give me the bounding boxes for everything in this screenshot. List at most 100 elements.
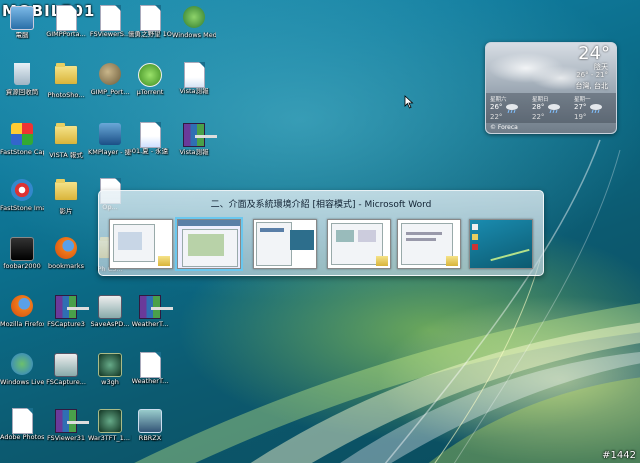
forecast-day-name: 星期六 — [490, 97, 507, 103]
weather-city: 台灣, 台北 — [575, 82, 608, 90]
desktop-icon-label: FSCapture... — [46, 379, 86, 386]
mouse-pointer-icon — [404, 95, 414, 109]
desktop-icon[interactable]: Vista測報 — [172, 61, 216, 96]
desktop-icon-label: 資源回收筒 — [5, 89, 39, 96]
desktop-icon[interactable]: WeatherT... — [128, 293, 173, 329]
desktop-icon-label: SaveAsPD... — [90, 321, 130, 328]
rain-icon — [548, 104, 560, 113]
window-thumb-4[interactable] — [327, 219, 391, 269]
forecast-high: 27° — [574, 103, 587, 111]
rar-archive-icon — [137, 295, 173, 321]
desktop-icon[interactable]: Mozilla Firefox — [0, 293, 44, 329]
desktop-icon-label: w3gh — [101, 379, 119, 386]
window-thumb-6[interactable] — [469, 219, 533, 269]
desktop-icon-label: FastStone Capture — [0, 149, 44, 156]
desktop-icon[interactable]: VISTA 報式 — [44, 121, 88, 160]
desktop-icon-label: WeatherT... — [131, 378, 169, 385]
window-thumb-2[interactable] — [175, 217, 243, 271]
text-file-icon — [137, 5, 163, 31]
desktop-icon[interactable]: bookmarks — [44, 235, 88, 271]
desktop-icon[interactable]: FSCapture... — [44, 351, 88, 387]
window-switcher: 二、介面及系統環境介紹 [相容模式] - Microsoft Word — [98, 190, 544, 276]
desktop-icon[interactable]: 電腦 — [0, 4, 44, 40]
desktop-icon[interactable]: Windows Live Mes... — [0, 351, 44, 387]
desktop-icon-label: Mozilla Firefox — [0, 321, 44, 328]
desktop-icon-label: GIMPPorta... — [46, 31, 86, 38]
folder-icon — [53, 179, 79, 208]
desktop-icon[interactable]: GIMP_Port... — [88, 61, 132, 97]
desktop-icon[interactable]: FastStone Capture — [0, 121, 44, 157]
weather-provider: © Foreca — [490, 124, 518, 131]
desktop-icon[interactable]: Adobe Photoshop... — [0, 407, 44, 442]
desktop-icon-label: bookmarks — [48, 263, 84, 270]
desktop-icon[interactable]: Vista測報 — [172, 121, 217, 157]
text-file-icon — [137, 352, 163, 378]
utorrent-icon — [137, 63, 163, 89]
rar-archive-icon — [53, 295, 89, 321]
forecast-day-name: 星期一 — [574, 97, 591, 103]
desktop-icon-label: 影片 — [59, 208, 73, 215]
computer-icon — [9, 6, 35, 32]
desktop-icon[interactable]: 資源回收筒 — [0, 61, 44, 97]
window-thumb-5[interactable] — [397, 219, 461, 269]
faststone-capture-icon — [9, 123, 35, 149]
desktop-icon[interactable]: 儒勇之野望 1O2D改.w3x — [128, 4, 172, 39]
desktop-icon-label: Windows Live Mes... — [0, 379, 44, 386]
forecast-row: 星期六 26° 22° 星期日 28° 22° 星期一 27° 19° — [486, 93, 616, 123]
current-temperature: 24° — [578, 43, 610, 64]
desktop-icon[interactable]: w3gh — [88, 351, 132, 387]
desktop-icon[interactable]: FSCapture3 — [44, 293, 89, 329]
desktop-icon[interactable]: FSViewerS... — [88, 4, 132, 39]
desktop-icon-label: RBRZX — [138, 435, 162, 442]
switcher-active-title: 二、介面及系統環境介紹 [相容模式] - Microsoft Word — [210, 200, 432, 210]
text-file-icon — [9, 408, 35, 434]
text-file-icon — [53, 5, 79, 31]
desktop-icon-label: KMPlayer - 捷徑 — [88, 149, 132, 156]
forecast-high: 28° — [532, 103, 545, 111]
desktop-icon[interactable]: RBRZX — [128, 407, 172, 443]
installer-icon — [97, 295, 123, 321]
desktop-icon-label: 儒勇之野望 1O2D改.w3x — [128, 31, 172, 38]
desktop-icon[interactable]: 影片 — [44, 177, 88, 216]
desktop-icon[interactable]: FSViewer31 — [44, 407, 89, 443]
kmplayer-icon — [97, 123, 123, 149]
forecast-low: 22° — [490, 113, 503, 121]
desktop-icon[interactable]: FastStone Image ... — [0, 177, 44, 213]
desktop-icon[interactable]: SaveAsPD... — [88, 293, 132, 329]
desktop-icon-label: WeatherT... — [131, 321, 169, 328]
text-file-icon — [97, 5, 123, 31]
desktop-icon-label: VISTA 報式 — [49, 152, 83, 159]
desktop-icon[interactable]: 01.夏 - 永遠 — [128, 121, 172, 156]
forecast-low: 19° — [574, 113, 587, 121]
folder-icon — [53, 123, 79, 152]
desktop-icon-label: FSViewer31 — [46, 435, 86, 442]
temperature-range: 26° - 21° — [576, 71, 608, 79]
installer-icon — [53, 353, 79, 379]
app-icon — [137, 409, 163, 435]
forecast-high: 26° — [490, 103, 503, 111]
window-thumb-1[interactable] — [109, 219, 173, 269]
desktop[interactable]: MOBILE01 #1442 電腦 GIMPPorta... FSViewerS..… — [0, 0, 640, 463]
desktop-icon[interactable]: WeatherT... — [128, 351, 172, 386]
mp3-file-icon — [137, 122, 163, 148]
desktop-icon-label: War3TFT_1... 捷徑 — [88, 435, 132, 442]
desktop-icon[interactable]: KMPlayer - 捷徑 — [88, 121, 132, 157]
warcraft-icon — [97, 353, 123, 379]
word-doc-icon — [181, 62, 207, 88]
desktop-icon-label: FSViewerS... — [89, 31, 131, 38]
desktop-icon[interactable]: GIMPPorta... — [44, 4, 88, 39]
desktop-icon-label: FSCapture3 — [47, 321, 85, 328]
desktop-icon[interactable]: Windows Media Ce... — [172, 4, 216, 40]
desktop-icon-label: foobar2000 — [3, 263, 41, 270]
desktop-icon-label: Vista測報 — [179, 149, 209, 156]
recycle-bin-icon — [9, 63, 35, 89]
desktop-icon[interactable]: µTorrent — [128, 61, 172, 97]
desktop-icon-label: FastStone Image ... — [0, 205, 44, 212]
desktop-icon[interactable]: foobar2000 — [0, 235, 44, 271]
desktop-icon[interactable]: War3TFT_1... 捷徑 — [88, 407, 132, 443]
desktop-icon-label: 電腦 — [15, 32, 29, 39]
desktop-icon[interactable]: PhotoSho... — [44, 61, 88, 100]
window-thumb-3[interactable] — [253, 219, 317, 269]
weather-gadget[interactable]: 24° 陰天 26° - 21° 台灣, 台北 星期六 26° 22° 星期日 … — [485, 42, 617, 134]
messenger-icon — [9, 353, 35, 379]
